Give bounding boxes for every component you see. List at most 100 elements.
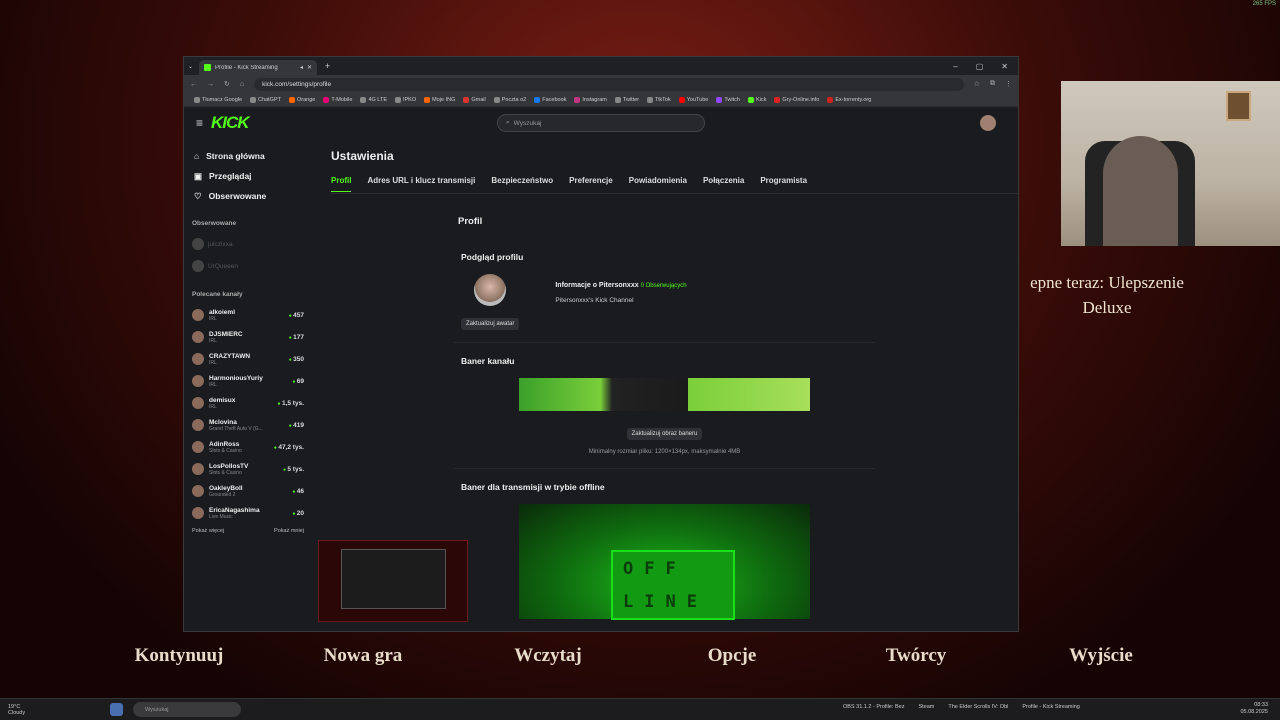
tab-audio-icon[interactable]: ◂ xyxy=(300,64,303,71)
bookmark-item[interactable]: Moje ING xyxy=(424,96,455,103)
forward-icon[interactable]: → xyxy=(207,81,214,88)
channel-category: Grounded 2 xyxy=(209,491,236,498)
sidebar: ⌂ Strona główna ▣ Przeglądaj ♡ Obserwowane … xyxy=(184,138,312,631)
taskbar-app[interactable]: OBS 31.1.2 - Profile: Bez xyxy=(843,704,904,710)
avatar xyxy=(192,309,204,321)
channel-name: AdinRoss xyxy=(209,440,240,448)
system-clock[interactable]: 08:33 05.08.2025 xyxy=(1240,702,1268,716)
bookmark-item[interactable]: Tłumacz Google xyxy=(194,96,242,103)
maximize-icon[interactable]: ▢ xyxy=(976,62,984,71)
channel-description: Pitersonxxx's Kick Channel xyxy=(555,297,634,304)
channel-name: EricaNagashima xyxy=(209,506,260,514)
bookmark-item[interactable]: YouTube xyxy=(678,96,708,103)
show-more-link[interactable]: Pokaż więcej xyxy=(192,528,224,534)
nav-browse[interactable]: ▣ Przeglądaj xyxy=(192,166,304,186)
back-icon[interactable]: ← xyxy=(190,81,197,88)
tab-connections[interactable]: Połączenia xyxy=(703,176,744,192)
show-less-link[interactable]: Pokaż mniej xyxy=(274,528,304,534)
recommended-channel[interactable]: DJSMIERCIRL 177 xyxy=(192,326,304,348)
home-icon[interactable]: ⌂ xyxy=(240,81,244,88)
recommended-channel[interactable]: HarmoniousYuriyIRL 69 xyxy=(192,370,304,392)
menu-quit[interactable]: Wyjście xyxy=(1069,645,1133,667)
channel-category: IRL xyxy=(209,359,217,366)
bookmark-item[interactable]: Kick xyxy=(747,96,766,103)
page-title: Ustawienia xyxy=(331,149,394,163)
wall-picture xyxy=(1226,91,1251,121)
tab-notifications[interactable]: Powiadomienia xyxy=(629,176,687,192)
followed-channel[interactable]: julczixxa xyxy=(192,233,304,255)
bookmark-item[interactable]: ChatGPT xyxy=(250,96,281,103)
update-avatar-button[interactable]: Zaktualizuj awatar xyxy=(461,318,520,330)
preview-title: Podgląd profilu xyxy=(461,252,524,262)
tab-stream-key[interactable]: Adres URL i klucz transmisji xyxy=(367,176,475,192)
tab-developer[interactable]: Programista xyxy=(760,176,807,192)
close-window-icon[interactable]: ✕ xyxy=(1001,62,1008,71)
avatar xyxy=(192,331,204,343)
channel-name: demisux xyxy=(209,396,236,404)
nav-followed[interactable]: ♡ Obserwowane xyxy=(192,186,304,206)
tab-security[interactable]: Bezpieczeństwo xyxy=(491,176,553,192)
recommended-channel[interactable]: MclovinaGrand Theft Auto V (G... 419 xyxy=(192,414,304,436)
tabs-divider xyxy=(331,193,1018,194)
tab-profile[interactable]: Profil xyxy=(331,176,352,192)
viewer-count: 177 xyxy=(289,334,304,341)
bookmark-item[interactable]: IPKO xyxy=(394,96,416,103)
bookmark-item[interactable]: T-Mobile xyxy=(323,96,352,103)
tab-list-icon[interactable]: ⌄ xyxy=(188,63,193,70)
avatar xyxy=(192,375,204,387)
start-icon[interactable] xyxy=(110,703,123,716)
menu-dots-icon[interactable]: ⋮ xyxy=(1005,80,1012,88)
bookmark-item[interactable]: Gmail xyxy=(463,96,486,103)
bookmark-item[interactable]: Twitter xyxy=(614,96,639,103)
weather-widget[interactable]: 19°C Cloudy xyxy=(0,704,70,716)
menu-new-game[interactable]: Nowa gra xyxy=(324,645,403,667)
bookmark-item[interactable]: Twitch xyxy=(716,96,740,103)
url-field[interactable]: kick.com/settings/profile xyxy=(254,77,964,91)
viewer-count: 1,5 tys. xyxy=(278,400,304,407)
viewer-count: 457 xyxy=(289,312,304,319)
followed-channel[interactable]: UrQueeen xyxy=(192,255,304,277)
taskbar-app[interactable]: Steam xyxy=(918,704,934,710)
up-next-banner: epne teraz: Ulepszenie Deluxe xyxy=(1030,273,1184,317)
search-input[interactable]: ⌕ Wyszukaj xyxy=(497,114,705,132)
viewer-count: 5 tys. xyxy=(283,466,304,473)
update-banner-button[interactable]: Zaktualizuj obraz baneru xyxy=(626,428,703,440)
bookmark-item[interactable]: Gry-Online.info xyxy=(774,96,819,103)
tab-close-icon[interactable]: ✕ xyxy=(307,64,312,71)
menu-credits[interactable]: Twórcy xyxy=(886,645,947,667)
kick-page: ≡ KICK ⌕ Wyszukaj ⌂ Strona główna ▣ Przegl… xyxy=(184,108,1018,631)
recommended-channel[interactable]: EricaNagashimaLive Music 20 xyxy=(192,502,304,524)
browser-tab[interactable]: Profile - Kick Streaming ◂ ✕ xyxy=(199,60,318,75)
user-avatar[interactable] xyxy=(980,115,996,131)
bookmark-item[interactable]: Ex-torrenty.org xyxy=(827,96,871,103)
bookmark-star-icon[interactable]: ☆ xyxy=(974,80,980,88)
recommended-channel[interactable]: demisuxIRL 1,5 tys. xyxy=(192,392,304,414)
menu-continue[interactable]: Kontynuuj xyxy=(135,645,224,667)
menu-load[interactable]: Wczytaj xyxy=(514,645,582,667)
reload-icon[interactable]: ↻ xyxy=(224,80,230,88)
bookmark-item[interactable]: Instagram xyxy=(574,96,607,103)
bookmark-item[interactable]: 4G LTE xyxy=(360,96,387,103)
minimize-icon[interactable]: – xyxy=(953,62,957,71)
recommended-channel[interactable]: AdinRossSlots & Casino 47,2 tys. xyxy=(192,436,304,458)
avatar xyxy=(192,463,204,475)
recommended-channel[interactable]: alkoiemlIRL 457 xyxy=(192,304,304,326)
extensions-icon[interactable]: ⧉ xyxy=(990,80,995,88)
kick-logo[interactable]: KICK xyxy=(211,113,250,133)
bookmark-item[interactable]: Orange xyxy=(288,96,315,103)
recommended-channel[interactable]: LosPollosTVSlots & Casino 5 tys. xyxy=(192,458,304,480)
bookmark-item[interactable]: TikTok xyxy=(647,96,671,103)
nav-home[interactable]: ⌂ Strona główna xyxy=(192,146,304,166)
recommended-channel[interactable]: CRAZYTAWNIRL 350 xyxy=(192,348,304,370)
recommended-channel[interactable]: OakleyBollGrounded 2 46 xyxy=(192,480,304,502)
bookmark-item[interactable]: Facebook xyxy=(534,96,566,103)
banner-title: Baner kanału xyxy=(461,356,515,366)
bookmark-item[interactable]: Poczta o2 xyxy=(493,96,526,103)
taskbar-app[interactable]: The Elder Scrolls IV: Obl xyxy=(948,704,1008,710)
new-tab-icon[interactable]: + xyxy=(325,61,330,71)
hamburger-menu-icon[interactable]: ≡ xyxy=(196,116,203,130)
taskbar-app[interactable]: Profile - Kick Streaming xyxy=(1022,704,1079,710)
menu-options[interactable]: Opcje xyxy=(708,645,757,667)
tab-preferences[interactable]: Preferencje xyxy=(569,176,613,192)
taskbar-search[interactable]: Wyszukaj xyxy=(133,702,241,717)
